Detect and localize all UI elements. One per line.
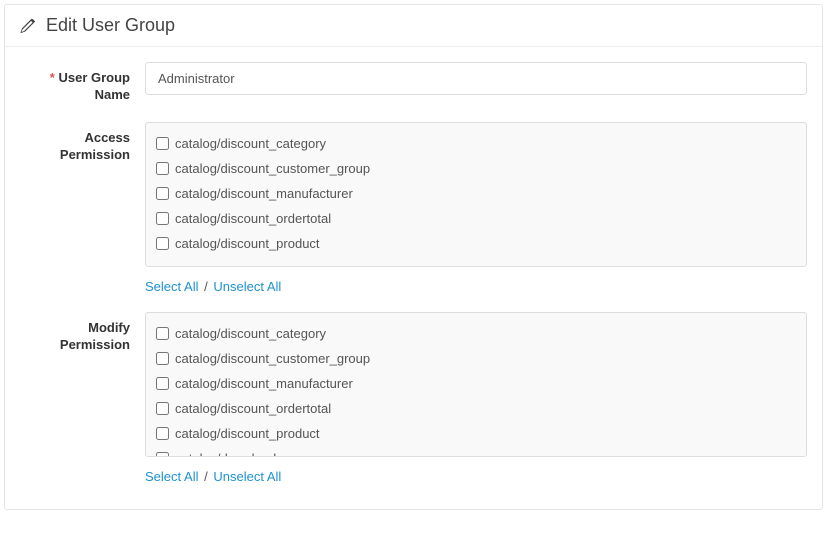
separator: / xyxy=(202,469,210,484)
label-user-group-name: * User Group Name xyxy=(20,62,145,104)
user-group-name-input[interactable] xyxy=(145,62,807,95)
list-item: catalog/discount_category xyxy=(156,321,796,346)
list-item: catalog/discount_product xyxy=(156,231,796,256)
modify-item-label: catalog/discount_ordertotal xyxy=(175,401,331,416)
list-item: catalog/discount_manufacturer xyxy=(156,181,796,206)
modify-item-label: catalog/discount_manufacturer xyxy=(175,376,353,391)
access-item-label: catalog/discount_category xyxy=(175,136,326,151)
list-item: catalog/discount_product xyxy=(156,421,796,446)
row-modify-permission: Modify Permission catalog/discount_categ… xyxy=(20,312,807,484)
access-checkbox[interactable] xyxy=(156,162,169,175)
access-checkbox[interactable] xyxy=(156,137,169,150)
list-item: catalog/discount_customer_group xyxy=(156,156,796,181)
list-item: catalog/discount_ordertotal xyxy=(156,396,796,421)
list-item: catalog/discount_manufacturer xyxy=(156,371,796,396)
modify-checkbox[interactable] xyxy=(156,377,169,390)
required-marker: * xyxy=(50,70,55,85)
modify-permission-box[interactable]: catalog/discount_category catalog/discou… xyxy=(145,312,807,457)
panel-header: Edit User Group xyxy=(5,5,822,47)
access-item-label: catalog/discount_ordertotal xyxy=(175,211,331,226)
modify-unselect-all-link[interactable]: Unselect All xyxy=(213,469,281,484)
modify-checkbox[interactable] xyxy=(156,452,169,457)
label-modify-permission: Modify Permission xyxy=(20,312,145,484)
access-unselect-all-link[interactable]: Unselect All xyxy=(213,279,281,294)
modify-action-links: Select All / Unselect All xyxy=(145,469,807,484)
access-permission-box[interactable]: catalog/discount_category catalog/discou… xyxy=(145,122,807,267)
modify-select-all-link[interactable]: Select All xyxy=(145,469,198,484)
access-checkbox[interactable] xyxy=(156,212,169,225)
modify-item-label: catalog/download xyxy=(175,451,276,457)
modify-item-label: catalog/discount_product xyxy=(175,426,320,441)
pencil-icon xyxy=(20,18,36,34)
modify-checkbox[interactable] xyxy=(156,427,169,440)
label-text: User Group Name xyxy=(58,70,130,102)
row-access-permission: Access Permission catalog/discount_categ… xyxy=(20,122,807,294)
access-select-all-link[interactable]: Select All xyxy=(145,279,198,294)
panel-title: Edit User Group xyxy=(46,15,175,36)
modify-checkbox[interactable] xyxy=(156,327,169,340)
edit-user-group-panel: Edit User Group * User Group Name Access… xyxy=(4,4,823,510)
separator: / xyxy=(202,279,210,294)
access-checkbox[interactable] xyxy=(156,187,169,200)
panel-body: * User Group Name Access Permission cata… xyxy=(5,47,822,509)
list-item: catalog/discount_customer_group xyxy=(156,346,796,371)
list-item: catalog/discount_ordertotal xyxy=(156,206,796,231)
access-item-label: catalog/discount_customer_group xyxy=(175,161,370,176)
modify-checkbox[interactable] xyxy=(156,352,169,365)
label-access-permission: Access Permission xyxy=(20,122,145,294)
list-item: catalog/discount_category xyxy=(156,131,796,156)
access-action-links: Select All / Unselect All xyxy=(145,279,807,294)
row-user-group-name: * User Group Name xyxy=(20,62,807,104)
access-item-label: catalog/discount_manufacturer xyxy=(175,186,353,201)
modify-item-label: catalog/discount_category xyxy=(175,326,326,341)
modify-item-label: catalog/discount_customer_group xyxy=(175,351,370,366)
access-checkbox[interactable] xyxy=(156,237,169,250)
list-item: catalog/download xyxy=(156,446,796,457)
access-item-label: catalog/discount_product xyxy=(175,236,320,251)
modify-checkbox[interactable] xyxy=(156,402,169,415)
